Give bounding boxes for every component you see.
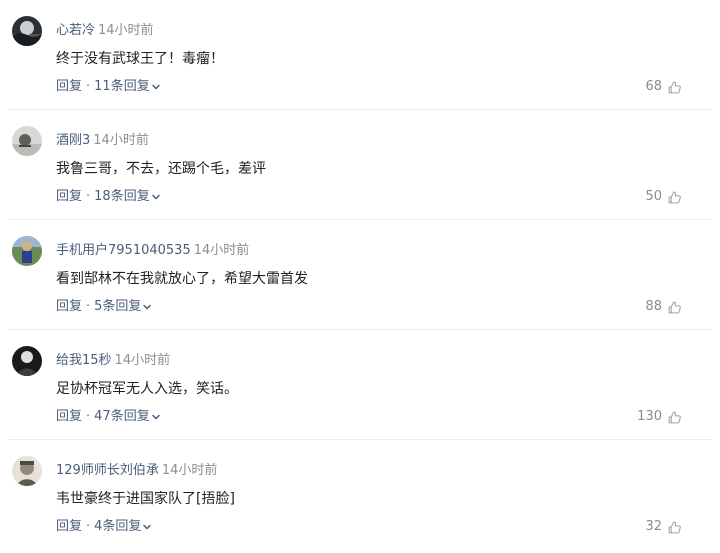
thumb-up-icon[interactable]: [667, 190, 682, 205]
comment-meta: 129师师长刘伯承 14小时前: [56, 462, 217, 480]
comment-item: 心若冷 14小时前 终于没有武球王了！毒瘤！ 回复 · 11条回复 68: [0, 0, 720, 110]
thumb-up-icon[interactable]: [667, 410, 682, 425]
like-count: 130: [637, 409, 662, 424]
like-button[interactable]: 88: [645, 298, 682, 316]
user-avatar[interactable]: [12, 16, 42, 46]
like-button[interactable]: 50: [645, 188, 682, 206]
like-button[interactable]: 68: [645, 78, 682, 96]
thumb-up-icon[interactable]: [667, 80, 682, 95]
username[interactable]: 酒刚3: [56, 133, 90, 148]
reply-button[interactable]: 回复: [56, 189, 82, 204]
comment-item: 手机用户7951040535 14小时前 看到郜林不在我就放心了，希望大雷首发 回…: [0, 220, 720, 330]
thumb-up-icon[interactable]: [667, 520, 682, 535]
comment-text: 我鲁三哥，不去，还踢个毛，差评: [56, 161, 266, 177]
user-avatar[interactable]: [12, 346, 42, 376]
like-count: 50: [645, 189, 662, 204]
comment-item: 给我15秒 14小时前 足协杯冠军无人入选，笑话。 回复 · 47条回复 130: [0, 330, 720, 440]
timestamp: 14小时前: [114, 353, 171, 368]
timestamp: 14小时前: [98, 23, 154, 38]
like-button[interactable]: 32: [645, 518, 682, 536]
comment-text: 看到郜林不在我就放心了，希望大雷首发: [56, 271, 308, 287]
comment-meta: 给我15秒 14小时前: [56, 352, 170, 370]
separator-dot: ·: [86, 519, 91, 534]
comment-item: 酒刚3 14小时前 我鲁三哥，不去，还踢个毛，差评 回复 · 18条回复 50: [0, 110, 720, 220]
reply-count-button[interactable]: 4条回复: [94, 519, 141, 534]
comment-item: 129师师长刘伯承 14小时前 韦世豪终于进国家队了[捂脸] 回复 · 4条回复 32: [0, 440, 720, 550]
separator-dot: ·: [86, 299, 91, 314]
comment-meta: 心若冷 14小时前: [56, 22, 154, 40]
timestamp: 14小时前: [93, 133, 149, 148]
chevron-down-icon[interactable]: [142, 522, 152, 532]
like-count: 68: [645, 79, 662, 94]
reply-count-button[interactable]: 18条回复: [94, 189, 150, 204]
user-avatar[interactable]: [12, 126, 42, 156]
separator-dot: ·: [86, 189, 91, 204]
like-button[interactable]: 130: [637, 408, 682, 426]
username[interactable]: 手机用户7951040535: [56, 243, 191, 258]
reply-count-button[interactable]: 47条回复: [94, 409, 150, 424]
comment-actions: 回复 · 11条回复: [56, 78, 161, 97]
comment-meta: 酒刚3 14小时前: [56, 132, 149, 150]
reply-button[interactable]: 回复: [56, 79, 82, 94]
thumb-up-icon[interactable]: [667, 300, 682, 315]
chevron-down-icon[interactable]: [151, 412, 161, 422]
comment-actions: 回复 · 4条回复: [56, 518, 152, 537]
reply-button[interactable]: 回复: [56, 409, 82, 424]
comment-text: 韦世豪终于进国家队了[捂脸]: [56, 491, 235, 507]
chevron-down-icon[interactable]: [151, 82, 161, 92]
reply-count-button[interactable]: 5条回复: [94, 299, 141, 314]
separator-dot: ·: [86, 409, 91, 424]
reply-button[interactable]: 回复: [56, 519, 82, 534]
reply-count-button[interactable]: 11条回复: [94, 79, 150, 94]
comment-actions: 回复 · 5条回复: [56, 298, 152, 317]
user-avatar[interactable]: [12, 456, 42, 486]
username[interactable]: 心若冷: [56, 23, 95, 38]
comment-text: 足协杯冠军无人入选，笑话。: [56, 381, 238, 397]
like-count: 32: [645, 519, 662, 534]
timestamp: 14小时前: [193, 243, 250, 258]
chevron-down-icon[interactable]: [151, 192, 161, 202]
username[interactable]: 给我15秒: [56, 353, 112, 368]
separator-dot: ·: [86, 79, 91, 94]
comment-meta: 手机用户7951040535 14小时前: [56, 242, 249, 260]
timestamp: 14小时前: [161, 463, 218, 478]
username[interactable]: 129师师长刘伯承: [56, 463, 159, 478]
comment-actions: 回复 · 47条回复: [56, 408, 161, 427]
user-avatar[interactable]: [12, 236, 42, 266]
like-count: 88: [645, 299, 662, 314]
reply-button[interactable]: 回复: [56, 299, 82, 314]
chevron-down-icon[interactable]: [142, 302, 152, 312]
comment-actions: 回复 · 18条回复: [56, 188, 161, 207]
comment-text: 终于没有武球王了！毒瘤！: [56, 51, 224, 67]
comment-list: 心若冷14小时前 终于没有武球王了！毒瘤！ 回复·11条回复 68 酒刚3: [0, 0, 720, 553]
